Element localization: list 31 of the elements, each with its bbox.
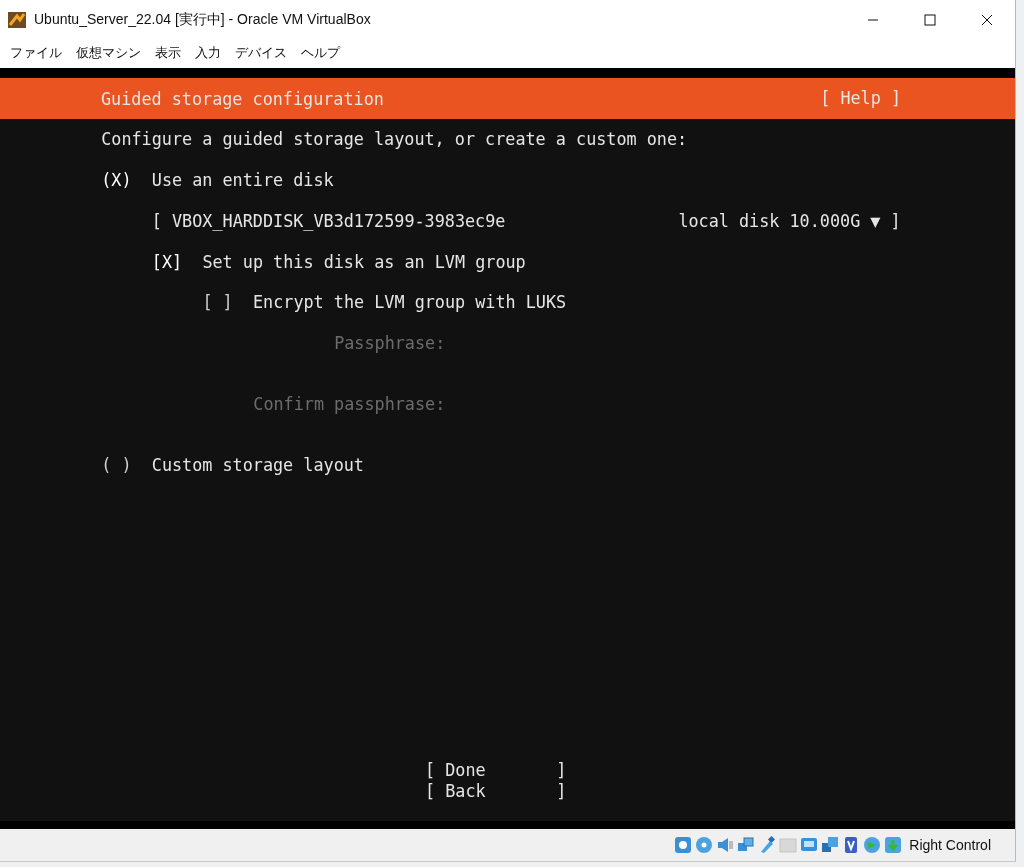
network-icon[interactable] [737,836,756,854]
disk-dropdown[interactable]: [ VBOX_HARDDISK_VB3d172599-3983ec9e local disk 10.000G ▼ ] [151,210,901,231]
menu-item[interactable]: デバイス [229,42,295,66]
menu-item[interactable]: ファイル [4,42,70,66]
optical-disc-icon[interactable] [695,836,714,854]
maximize-icon [923,14,936,26]
option-label: Encrypt the LVM group with LUKS [253,292,567,313]
arrow-down-icon[interactable] [884,836,903,854]
menu-item[interactable]: 仮想マシン [70,42,149,66]
checkbox[interactable]: [X] [151,251,203,272]
radio-button[interactable]: (X) [101,169,152,190]
field-label: Confirm passphrase: [252,394,446,415]
host-key-label: Right Control [909,837,991,853]
action-button[interactable]: [ Done ] [425,760,567,781]
option-label: Use an entire disk [151,169,334,190]
radio-button[interactable]: ( ) [101,455,152,476]
checkbox[interactable]: [ ] [202,292,253,313]
instruction-text: Configure a guided storage layout, or create a custom one: [101,129,688,150]
app-logo-icon [8,11,26,29]
menu-item[interactable]: ヘルプ [295,42,348,66]
option-label: Set up this disk as an LVM group [202,251,526,272]
display-icon[interactable] [800,836,819,854]
action-button[interactable]: [ Back ] [425,780,567,801]
screen-title: Guided storage configuration [101,88,384,109]
menu-item[interactable]: 表示 [149,42,189,66]
speaker-icon[interactable] [716,836,735,854]
field-label: Passphrase: [333,333,446,354]
menu-item[interactable]: 入力 [189,42,229,66]
close-icon [980,14,993,26]
option-label: Custom storage layout [151,455,364,476]
window-title: Ubuntu_Server_22.04 [実行中] - Oracle VM VirtualBox [34,11,372,29]
